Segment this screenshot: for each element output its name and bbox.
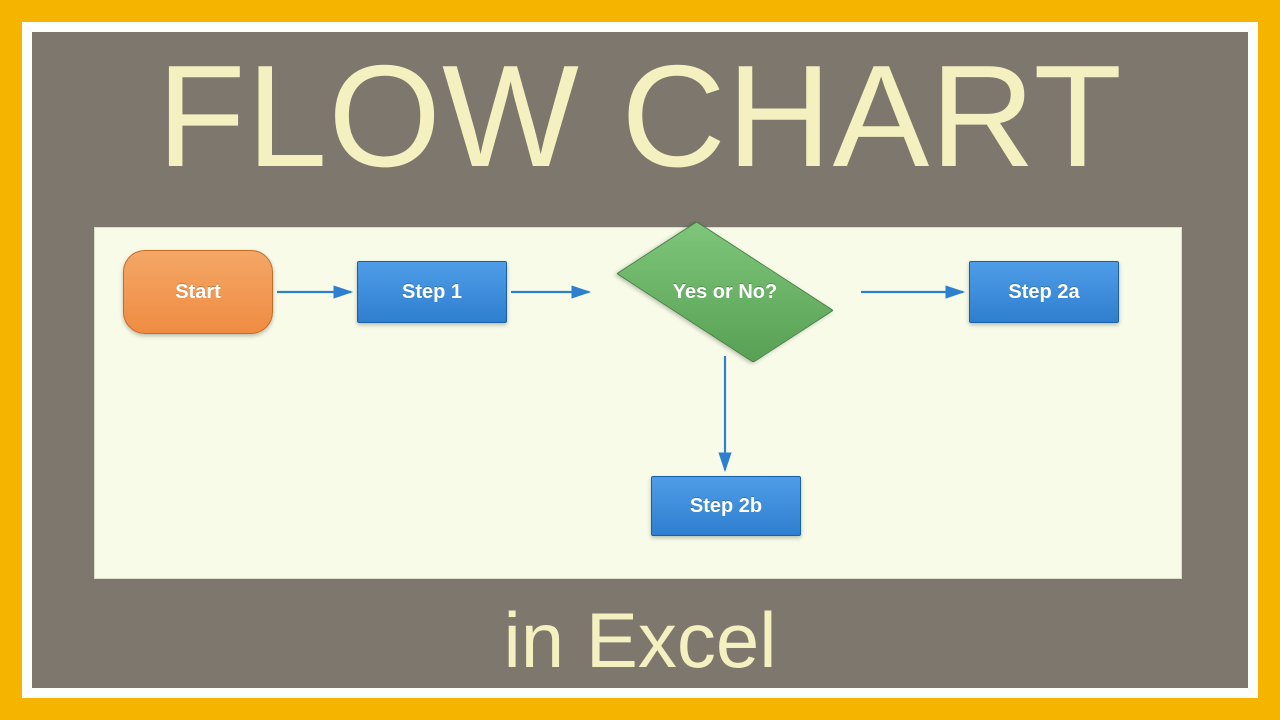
node-step2b: Step 2b — [651, 476, 801, 536]
inner-frame: FLOW CHART Start Step 1 Yes or No? Step … — [32, 32, 1248, 688]
node-start: Start — [123, 250, 273, 334]
flowchart-canvas: Start Step 1 Yes or No? Step 2a Step 2b — [94, 227, 1182, 579]
node-step1: Step 1 — [357, 261, 507, 323]
subtitle-text: in Excel — [32, 598, 1248, 684]
outer-frame: FLOW CHART Start Step 1 Yes or No? Step … — [22, 22, 1258, 698]
node-step2b-label: Step 2b — [690, 495, 762, 518]
node-step1-label: Step 1 — [402, 281, 462, 304]
node-step2a-label: Step 2a — [1008, 281, 1079, 304]
node-decision-label: Yes or No? — [590, 228, 860, 356]
node-step2a: Step 2a — [969, 261, 1119, 323]
title-text: FLOW CHART — [32, 44, 1248, 189]
node-decision: Yes or No? — [590, 228, 860, 356]
node-start-label: Start — [175, 281, 221, 304]
